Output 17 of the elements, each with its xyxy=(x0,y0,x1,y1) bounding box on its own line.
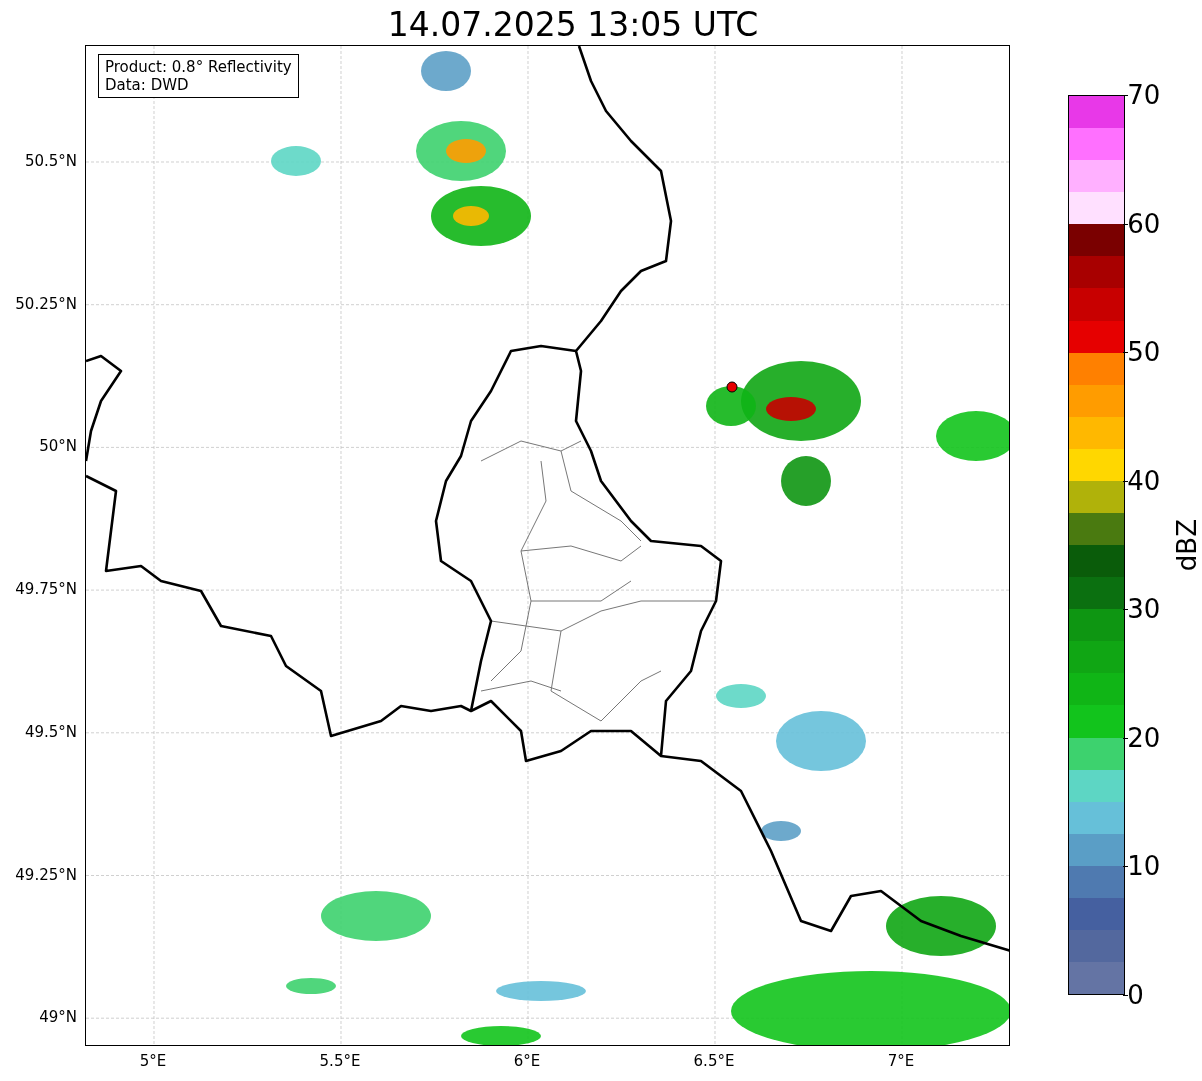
chart-title: 14.07.2025 13:05 UTC xyxy=(386,5,760,45)
latitude-label: 49.5°N xyxy=(24,722,77,741)
latitude-label: 49.25°N xyxy=(15,865,77,884)
longitude-label: 5°E xyxy=(139,1052,167,1070)
colorbar-label: dBZ xyxy=(1172,519,1202,572)
latitude-label: 50.25°N xyxy=(15,294,77,313)
longitude-label: 5.5°E xyxy=(319,1052,361,1070)
colorbar-tick-label: 70 xyxy=(1127,80,1161,110)
latitude-label: 50°N xyxy=(39,437,77,456)
info-text: Data: DWD xyxy=(105,76,190,94)
info-text: Product: 0.8° Reflectivity xyxy=(105,58,292,76)
longitude-label: 7°E xyxy=(887,1052,915,1070)
latitude-label: 49°N xyxy=(39,1008,77,1027)
longitude-label: 6°E xyxy=(513,1052,541,1070)
longitude-label: 6.5°E xyxy=(693,1052,735,1070)
latitude-label: 49.75°N xyxy=(15,580,77,599)
latitude-label: 50.5°N xyxy=(24,152,77,170)
